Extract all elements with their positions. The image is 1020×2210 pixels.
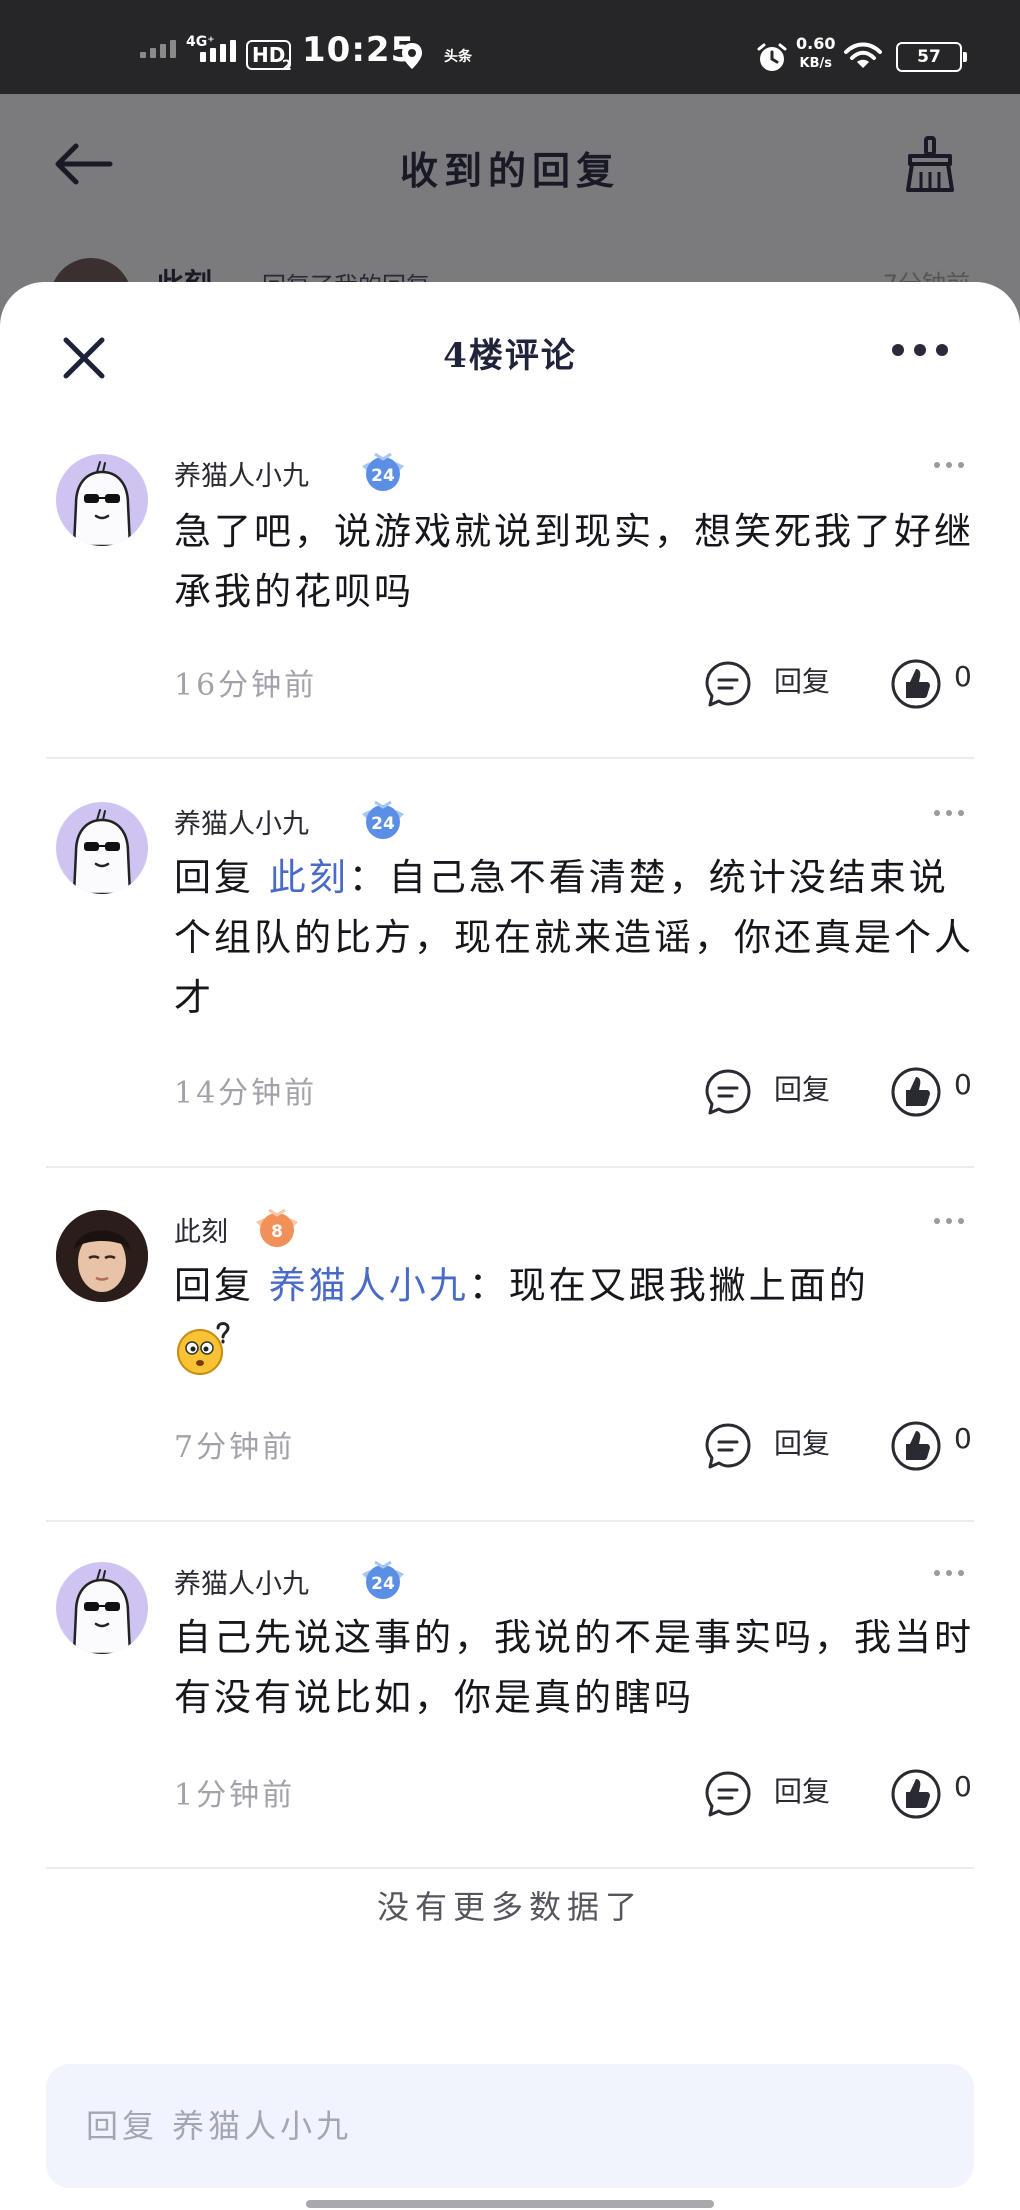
- confused-face-emoji: [177, 1321, 230, 1375]
- comment-body: 急了吧，说游戏就说到现实，想笑死我了好继承我的花呗吗: [174, 510, 974, 613]
- mention-link[interactable]: 此刻: [269, 856, 349, 899]
- like-count: 0: [954, 1770, 972, 1803]
- signal-strength-icon: [200, 40, 236, 62]
- more-dots-icon[interactable]: [934, 1218, 964, 1224]
- comment-thread-sheet: 4楼评论 养猫人小九 24 急了吧，说游戏就说到现实，想笑死我了好继承我的花呗吗…: [0, 282, 1020, 2210]
- comment-body: 自己先说这事的，我说的不是事实吗，我当时有没有说比如，你是真的瞎吗: [174, 1616, 974, 1719]
- thumbs-up-icon[interactable]: [890, 658, 942, 710]
- comment-time: 7分钟前: [174, 1430, 296, 1465]
- mention-link[interactable]: 养猫人小九: [269, 1264, 469, 1307]
- divider: [46, 1520, 974, 1522]
- comment-body: ：现在又跟我撇上面的: [468, 1264, 869, 1307]
- clock: 10:25: [302, 30, 416, 70]
- reply-prefix: 回复: [174, 856, 254, 899]
- level-badge: 8: [256, 1208, 298, 1247]
- cat-cartoon-icon: [72, 809, 132, 894]
- comment-text: 回复 养猫人小九：现在又跟我撇上面的: [174, 1256, 974, 1378]
- network-speed: 0.60 KB/s: [796, 34, 835, 74]
- comment-bubble-icon[interactable]: [704, 1770, 752, 1818]
- avatar[interactable]: [56, 802, 148, 894]
- reply-button[interactable]: 回复: [774, 1068, 830, 1108]
- comment-text: 自己先说这事的，我说的不是事实吗，我当时有没有说比如，你是真的瞎吗: [174, 1608, 974, 1728]
- sheet-title: 4楼评论: [443, 336, 577, 376]
- level-number: 8: [271, 1222, 283, 1242]
- end-of-list-text: 没有更多数据了: [376, 1888, 643, 1926]
- comment-text: 回复 此刻：自己急不看清楚，统计没结束说个组队的比方，现在就来造谣，你还真是个人…: [174, 848, 974, 1028]
- like-count: 0: [954, 1422, 972, 1455]
- reply-input[interactable]: [86, 2064, 946, 2188]
- reply-bar[interactable]: [46, 2064, 974, 2188]
- reply-prefix: 回复: [174, 1264, 254, 1307]
- more-dots-icon[interactable]: [934, 810, 964, 816]
- level-badge: 24: [362, 452, 404, 491]
- comment-bubble-icon[interactable]: [704, 1068, 752, 1116]
- comment-author[interactable]: 养猫人小九: [174, 802, 309, 841]
- avatar[interactable]: [56, 1210, 148, 1302]
- portrait-avatar: [56, 1210, 148, 1302]
- battery-indicator: 57: [896, 42, 967, 72]
- comment-author[interactable]: 养猫人小九: [174, 454, 309, 493]
- comment-author[interactable]: 此刻: [174, 1210, 228, 1249]
- network-speed-unit: KB/s: [799, 56, 832, 71]
- reply-button[interactable]: 回复: [774, 1422, 830, 1462]
- like-count: 0: [954, 1068, 972, 1101]
- level-badge: 24: [362, 800, 404, 839]
- divider: [46, 1166, 974, 1168]
- reply-button[interactable]: 回复: [774, 660, 830, 700]
- network-speed-value: 0.60: [796, 34, 836, 53]
- like-count: 0: [954, 660, 972, 693]
- comment-bubble-icon[interactable]: [704, 1422, 752, 1470]
- comment-bubble-icon[interactable]: [704, 660, 752, 708]
- comment-author[interactable]: 养猫人小九: [174, 1562, 309, 1601]
- thumbs-up-icon[interactable]: [890, 1768, 942, 1820]
- home-indicator[interactable]: [306, 2200, 714, 2208]
- avatar[interactable]: [56, 454, 148, 546]
- cat-cartoon-icon: [72, 1569, 132, 1654]
- comment-time: 16分钟前: [174, 668, 318, 703]
- thumbs-up-icon[interactable]: [890, 1066, 942, 1118]
- more-dots-icon[interactable]: [934, 462, 964, 468]
- thumbs-up-icon[interactable]: [890, 1420, 942, 1472]
- divider: [46, 757, 974, 759]
- comment-time: 1分钟前: [174, 1778, 296, 1813]
- more-dots-icon[interactable]: [892, 344, 948, 356]
- cat-cartoon-icon: [72, 461, 132, 546]
- level-badge: 24: [362, 1560, 404, 1599]
- signal-strength-icon: [140, 40, 176, 58]
- page-title: 收到的回复: [399, 148, 620, 193]
- divider: [46, 1867, 974, 1869]
- level-number: 24: [371, 1574, 395, 1594]
- status-bar: 4G⁺ HD 2 10:25 头条 0.60 KB/s 57: [0, 0, 1020, 94]
- level-number: 24: [371, 466, 395, 486]
- hd-voice-sub: 2: [282, 58, 292, 74]
- location-pin-icon: [402, 43, 422, 69]
- app-notification-label: 头条: [444, 49, 472, 65]
- broom-icon[interactable]: [904, 136, 956, 192]
- comment-text: 急了吧，说游戏就说到现实，想笑死我了好继承我的花呗吗: [174, 502, 974, 622]
- level-number: 24: [371, 814, 395, 834]
- alarm-clock-icon: [757, 43, 787, 71]
- comment-time: 14分钟前: [174, 1076, 318, 1111]
- reply-button[interactable]: 回复: [774, 1770, 830, 1810]
- wifi-icon: [844, 42, 882, 68]
- avatar[interactable]: [56, 1562, 148, 1654]
- more-dots-icon[interactable]: [934, 1570, 964, 1576]
